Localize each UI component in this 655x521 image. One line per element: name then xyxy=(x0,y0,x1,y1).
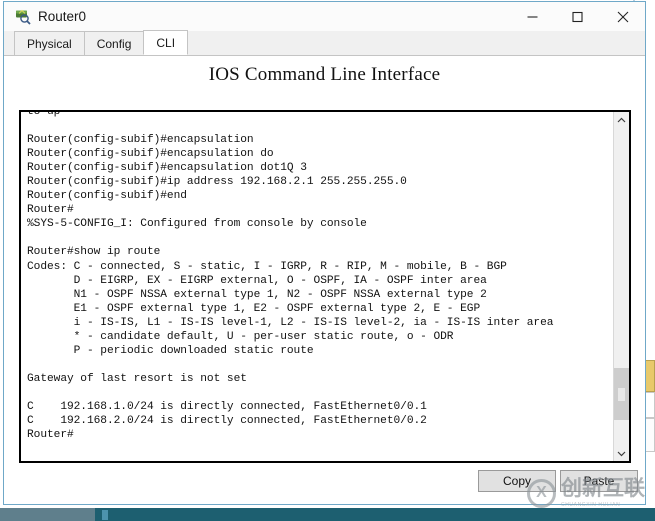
tab-bar: Physical Config CLI xyxy=(4,30,645,56)
terminal-frame: to up Router(config-subif)#encapsulation… xyxy=(19,110,631,463)
taskbar-item[interactable] xyxy=(102,510,108,520)
terminal-output-area[interactable]: to up Router(config-subif)#encapsulation… xyxy=(21,112,613,461)
window-controls xyxy=(510,2,645,31)
cli-panel: IOS Command Line Interface to up Router(… xyxy=(4,56,645,504)
desktop-background: Router0 Physical Config CLI IOS Command … xyxy=(0,0,655,521)
close-button[interactable] xyxy=(600,2,645,31)
action-button-row: Copy Paste xyxy=(4,470,645,500)
window-title: Router0 xyxy=(38,9,87,24)
scrollbar-thumb-grip xyxy=(618,388,625,401)
window-titlebar[interactable]: Router0 xyxy=(4,2,645,31)
copy-button[interactable]: Copy xyxy=(478,470,556,492)
router-icon xyxy=(14,8,31,25)
tab-physical[interactable]: Physical xyxy=(14,31,85,55)
scrollbar-thumb[interactable] xyxy=(614,368,629,420)
minimize-button[interactable] xyxy=(510,2,555,31)
terminal-text: to up Router(config-subif)#encapsulation… xyxy=(27,112,554,442)
scroll-up-button[interactable] xyxy=(614,112,629,128)
scroll-down-button[interactable] xyxy=(614,445,629,461)
tab-config[interactable]: Config xyxy=(83,31,145,55)
maximize-button[interactable] xyxy=(555,2,600,31)
page-title: IOS Command Line Interface xyxy=(208,64,441,85)
paste-button[interactable]: Paste xyxy=(560,470,638,492)
router0-window: Router0 Physical Config CLI IOS Command … xyxy=(3,1,646,505)
terminal-scrollbar[interactable] xyxy=(613,112,629,461)
taskbar[interactable] xyxy=(0,508,655,521)
taskbar-start-region[interactable] xyxy=(0,508,95,521)
tab-cli[interactable]: CLI xyxy=(143,30,189,55)
